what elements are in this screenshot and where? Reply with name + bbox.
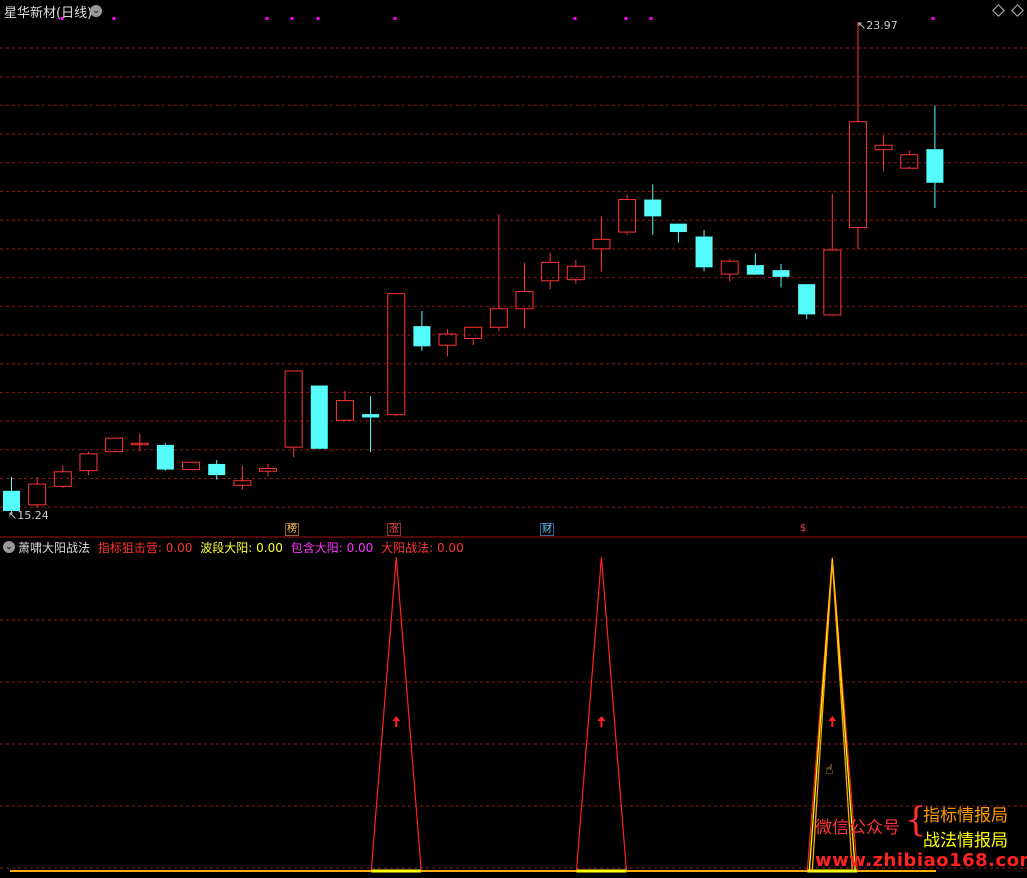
stock-chart-window: 星华新材(日线) ⌄ ↖23.97 ↖15.24 榜 涨 财 $ ⌄ 萧啸大阳战… [0, 0, 1027, 878]
low-price-label: ↖15.24 [8, 509, 49, 522]
candle-body [156, 444, 174, 470]
signal-dot [290, 17, 294, 20]
event-marker-bang[interactable]: 榜 [285, 523, 299, 536]
candle-body [823, 249, 842, 316]
leader-arrow-icon: ↖ [857, 19, 867, 32]
candle-body [413, 326, 431, 347]
candle-body [541, 261, 560, 282]
legend-item-method: 大阳战法: 0.00 [381, 541, 464, 555]
candle-body [387, 293, 406, 416]
legend-item-sniper: 指标狙击营: 0.00 [97, 541, 193, 555]
account-name-1: 指标情报局 [923, 806, 1008, 826]
candle-body [926, 149, 944, 183]
candle-body [489, 308, 508, 328]
sniper-spike-line [575, 556, 628, 872]
candle-body [695, 236, 713, 268]
signal-dot [931, 17, 935, 20]
signal-dot [393, 17, 397, 20]
candle-body [618, 199, 637, 233]
candle-body [182, 461, 201, 471]
event-marker-cai[interactable]: 财 [540, 523, 554, 536]
candle-body [53, 471, 72, 487]
candle-body [746, 265, 764, 275]
chart-title: 星华新材(日线) [4, 6, 93, 21]
candle-body [208, 463, 226, 476]
indicator-legend: 萧啸大阳战法 指标狙击营: 0.00 波段大阳: 0.00 包含大阳: 0.00… [18, 539, 464, 556]
candle-body [900, 154, 919, 169]
candle-body [644, 199, 662, 217]
candle-body [28, 483, 47, 506]
candle-body [772, 270, 790, 277]
chart-canvas[interactable] [0, 0, 1027, 878]
up-arrow-icon [392, 716, 401, 727]
candle-body [362, 414, 380, 418]
candle-body [335, 400, 354, 421]
collapse-main-icon[interactable]: ⌄ [90, 5, 102, 17]
candle-body [592, 238, 611, 250]
candle-body [874, 144, 893, 151]
candle-body [464, 326, 483, 339]
signal-dot [649, 17, 653, 20]
candle-body [310, 385, 328, 449]
high-price-label: ↖23.97 [857, 19, 898, 32]
candle-body [259, 467, 277, 472]
candle-body [79, 453, 98, 472]
sniper-spike-line [370, 556, 422, 872]
candle-body [798, 284, 816, 315]
up-arrow-icon [828, 716, 837, 727]
event-marker-zhang[interactable]: 涨 [387, 523, 401, 536]
hand-cursor-icon: ☝ [825, 762, 834, 778]
candle-body [566, 265, 585, 281]
signal-dot [573, 17, 577, 20]
signal-dot [265, 17, 269, 20]
wechat-label: 微信公众号 [815, 818, 900, 838]
signal-dot [112, 17, 116, 20]
legend-item-wave: 波段大阳: 0.00 [200, 541, 283, 555]
indicator-name: 萧啸大阳战法 [18, 541, 91, 555]
website-url: www.zhibiao168.com [815, 850, 1027, 871]
account-name-2: 战法情报局 [923, 831, 1008, 851]
event-marker-dollar[interactable]: $ [799, 523, 807, 534]
up-arrow-icon [597, 716, 606, 727]
candle-body [848, 121, 867, 229]
candle-body [720, 260, 739, 275]
signal-dot [316, 17, 320, 20]
candle-body [669, 223, 687, 233]
candle-body [3, 490, 20, 511]
legend-item-engulf: 包含大阳: 0.00 [290, 541, 374, 555]
candle-body [438, 333, 457, 346]
candle-body [284, 370, 303, 448]
signal-dot [624, 17, 628, 20]
collapse-indicator-icon[interactable]: ⌄ [3, 541, 15, 553]
candle-body [233, 480, 252, 486]
leader-arrow-icon: ↖ [8, 509, 18, 522]
